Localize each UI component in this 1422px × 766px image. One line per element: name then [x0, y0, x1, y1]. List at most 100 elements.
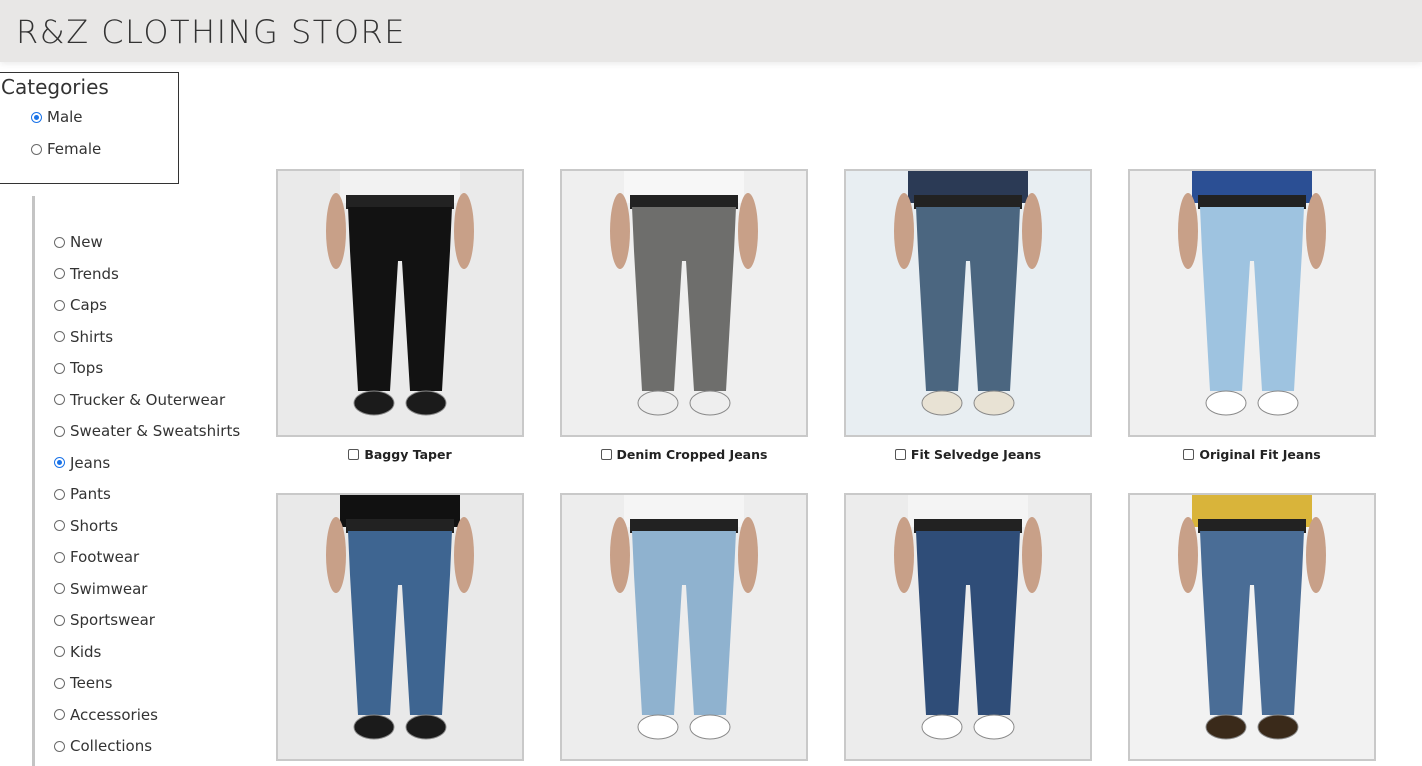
category-option[interactable]: Sweater & Sweatshirts [54, 422, 240, 440]
category-option[interactable]: Collections [54, 737, 152, 755]
product-checkbox[interactable] [600, 449, 612, 460]
product-image[interactable] [276, 169, 524, 437]
categories-heading: Categories [1, 75, 109, 99]
right-shoe [689, 390, 731, 416]
belt [346, 195, 454, 209]
belt [346, 519, 454, 533]
jeans-photo [1130, 171, 1374, 435]
radio-label: Caps [70, 296, 108, 314]
product-label[interactable]: Fit Selvedge Jeans [844, 447, 1092, 462]
category-option[interactable]: Shirts [54, 328, 113, 346]
belt [1198, 519, 1306, 533]
site-header: R&Z CLOTHING STORE [0, 0, 1422, 62]
product-name: Fit Selvedge Jeans [910, 447, 1042, 462]
radio-label: Swimwear [70, 579, 148, 598]
radio-label: Trends [70, 264, 119, 283]
category-option[interactable]: Accessories [54, 706, 158, 724]
category-option[interactable]: Pants [54, 485, 111, 503]
left-arm [610, 517, 630, 593]
radio-button[interactable] [54, 268, 65, 279]
product-checkbox[interactable] [894, 449, 906, 460]
jeans-photo [562, 495, 806, 759]
radio-button[interactable] [54, 236, 65, 248]
belt [630, 519, 738, 533]
left-arm [1178, 517, 1198, 593]
product-name: Original Fit Jeans [1199, 447, 1321, 462]
left-shoe [637, 390, 679, 416]
gender-filter-box: Categories [0, 72, 179, 184]
radio-button[interactable] [31, 111, 42, 123]
category-option[interactable]: Kids [54, 643, 101, 661]
left-arm [894, 517, 914, 593]
category-option[interactable]: Shorts [54, 517, 118, 535]
product-image[interactable] [560, 169, 808, 437]
radio-button[interactable] [54, 331, 65, 342]
product-image[interactable] [276, 493, 524, 761]
radio-button[interactable] [54, 551, 65, 563]
radio-label: Collections [70, 737, 153, 755]
jeans-photo [562, 171, 806, 435]
left-shoe [637, 714, 679, 740]
product-label[interactable]: Baggy Taper [276, 447, 524, 462]
radio-button[interactable] [54, 709, 65, 720]
product-image[interactable] [1128, 169, 1376, 437]
left-shoe [1205, 714, 1247, 740]
radio-button[interactable] [54, 299, 65, 311]
radio-button[interactable] [54, 614, 65, 626]
right-shoe [973, 714, 1015, 740]
radio-label: Kids [70, 642, 102, 661]
jeans-photo [278, 171, 522, 435]
radio-label: New [70, 233, 103, 251]
category-option[interactable]: New [54, 233, 103, 251]
radio-button[interactable] [54, 488, 65, 500]
jeans-photo [278, 495, 522, 759]
category-option[interactable]: Trends [54, 265, 119, 283]
radio-button[interactable] [31, 143, 42, 155]
radio-button[interactable] [54, 740, 65, 752]
gender-option-female[interactable]: Female [31, 140, 101, 158]
right-shoe [973, 390, 1015, 416]
category-option[interactable]: Swimwear [54, 580, 147, 598]
category-option[interactable]: Teens [54, 674, 112, 692]
gender-option-male[interactable]: Male [31, 108, 83, 126]
radio-button[interactable] [54, 394, 65, 405]
right-arm [1022, 517, 1042, 593]
radio-label: Pants [70, 485, 111, 503]
category-option[interactable]: Footwear [54, 548, 139, 566]
left-shoe [921, 390, 963, 416]
radio-label: Sweater & Sweatshirts [70, 422, 241, 440]
radio-button[interactable] [54, 425, 65, 437]
product-label[interactable]: Original Fit Jeans [1128, 447, 1376, 462]
radio-button[interactable] [54, 457, 65, 468]
belt [914, 195, 1022, 209]
right-shoe [1257, 714, 1299, 740]
right-shoe [405, 390, 447, 416]
product-image[interactable] [560, 493, 808, 761]
store-title[interactable]: R&Z CLOTHING STORE [16, 13, 406, 51]
radio-label: Trucker & Outerwear [70, 390, 226, 409]
category-option[interactable]: Caps [54, 296, 107, 314]
right-arm [1022, 193, 1042, 269]
left-arm [610, 193, 630, 269]
right-arm [738, 517, 758, 593]
sidebar-divider [32, 196, 35, 766]
category-option[interactable]: Tops [54, 359, 103, 377]
left-shoe [1205, 390, 1247, 416]
radio-button[interactable] [54, 520, 65, 531]
radio-button[interactable] [54, 646, 65, 657]
product-image[interactable] [844, 493, 1092, 761]
category-option[interactable]: Jeans [54, 454, 110, 472]
radio-button[interactable] [54, 362, 65, 374]
product-checkbox[interactable] [1183, 449, 1195, 460]
category-option[interactable]: Trucker & Outerwear [54, 391, 225, 409]
radio-button[interactable] [54, 583, 65, 594]
radio-button[interactable] [54, 677, 65, 689]
product-label[interactable]: Denim Cropped Jeans [560, 447, 808, 462]
right-shoe [1257, 390, 1299, 416]
radio-label: Accessories [70, 705, 158, 724]
product-image[interactable] [1128, 493, 1376, 761]
product-image[interactable] [844, 169, 1092, 437]
category-option[interactable]: Sportswear [54, 611, 155, 629]
right-arm [738, 193, 758, 269]
product-checkbox[interactable] [348, 449, 360, 460]
